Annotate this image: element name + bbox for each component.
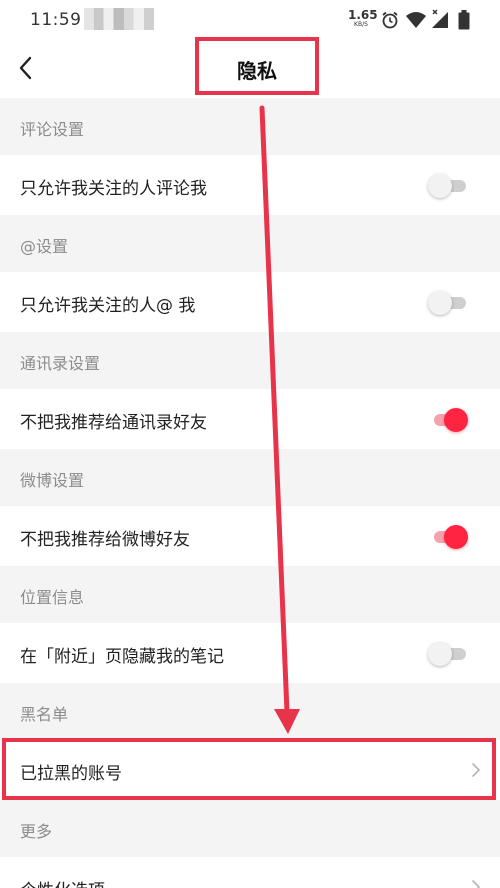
network-speed-value: 1.65 xyxy=(348,8,378,22)
toggle-knob xyxy=(428,642,452,666)
chevron-left-icon xyxy=(19,56,32,80)
toggle-knob xyxy=(444,525,468,549)
battery-icon xyxy=(458,10,470,30)
section-header-more: 更多 xyxy=(0,800,500,857)
page-title: 隐私 xyxy=(237,59,277,83)
setting-row-weibo[interactable]: 不把我推荐给微博好友 xyxy=(0,506,500,566)
contacts-toggle[interactable] xyxy=(430,406,468,432)
setting-label: 个性化选项 xyxy=(20,876,105,888)
setting-row-location[interactable]: 在「附近」页隐藏我的笔记 xyxy=(0,623,500,683)
back-button[interactable] xyxy=(12,50,42,86)
signal-icon xyxy=(432,9,448,28)
toggle-knob xyxy=(428,174,452,198)
setting-row-personalization[interactable]: 个性化选项 xyxy=(0,857,500,888)
chevron-right-icon xyxy=(472,880,480,888)
section-header-contacts: 通讯录设置 xyxy=(0,332,500,389)
section-header-label: 黑名单 xyxy=(20,705,69,724)
section-header-comments: 评论设置 xyxy=(0,98,500,155)
setting-label: 在「附近」页隐藏我的笔记 xyxy=(20,647,224,667)
alarm-icon xyxy=(382,11,398,29)
setting-row-mentions[interactable]: 只允许我关注的人@ 我 xyxy=(0,272,500,332)
mentions-toggle[interactable] xyxy=(428,289,468,315)
section-header-label: 评论设置 xyxy=(20,120,85,139)
section-header-blacklist: 黑名单 xyxy=(0,683,500,740)
section-header-label: 更多 xyxy=(20,822,53,841)
section-header-weibo: 微博设置 xyxy=(0,449,500,506)
section-header-label: 微博设置 xyxy=(20,471,85,490)
setting-row-contacts[interactable]: 不把我推荐给通讯录好友 xyxy=(0,389,500,449)
wifi-icon xyxy=(406,12,426,28)
setting-row-comments[interactable]: 只允许我关注的人评论我 xyxy=(0,155,500,215)
nav-bar: 隐私 xyxy=(0,37,500,98)
weibo-toggle[interactable] xyxy=(430,523,468,549)
section-header-label: @设置 xyxy=(20,237,69,256)
privacy-settings-screen: 11:59 1.65 KB/S 隐私 评论设置 只允许我关注的人评论我 @设置 … xyxy=(0,0,500,888)
comments-toggle[interactable] xyxy=(428,172,468,198)
network-speed-unit: KB/S xyxy=(354,21,368,28)
section-header-location: 位置信息 xyxy=(0,566,500,623)
setting-label: 不把我推荐给通讯录好友 xyxy=(20,413,207,433)
network-speed: 1.65 KB/S xyxy=(348,8,378,28)
blurred-notification-area xyxy=(84,8,154,30)
setting-label: 只允许我关注的人评论我 xyxy=(20,179,207,199)
section-header-label: 通讯录设置 xyxy=(20,354,101,373)
toggle-knob xyxy=(444,408,468,432)
status-time: 11:59 xyxy=(30,10,82,30)
toggle-knob xyxy=(428,291,452,315)
blocked-accounts-highlight-annotation xyxy=(2,738,496,800)
section-header-label: 位置信息 xyxy=(20,588,85,607)
setting-label: 只允许我关注的人@ 我 xyxy=(20,296,196,316)
title-highlight-annotation: 隐私 xyxy=(195,37,319,95)
section-header-mentions: @设置 xyxy=(0,215,500,272)
status-bar: 11:59 1.65 KB/S xyxy=(0,0,500,40)
setting-label: 不把我推荐给微博好友 xyxy=(20,530,190,550)
location-toggle[interactable] xyxy=(428,640,468,666)
